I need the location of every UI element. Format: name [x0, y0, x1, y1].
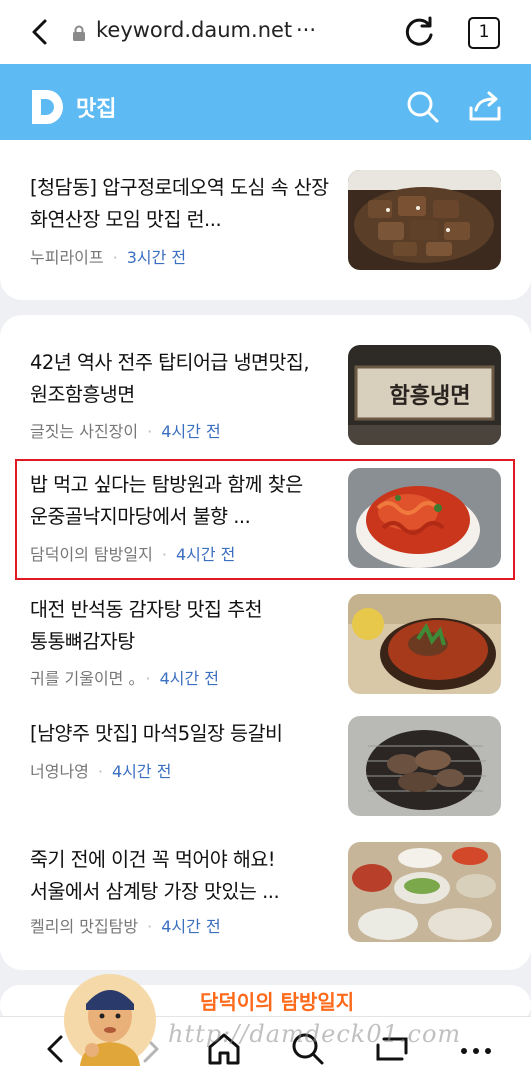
article-item[interactable]: 42년 역사 전주 탑티어급 냉면맛집, 원조함흥냉면 글짓는 사진장이 · 4시간…	[0, 345, 531, 445]
article-source: 누피라이프	[30, 248, 104, 267]
browser-back-button[interactable]	[22, 12, 62, 52]
nav-more-button[interactable]	[456, 1029, 496, 1069]
reload-button[interactable]	[400, 13, 438, 51]
page-title: 맛집	[76, 97, 117, 122]
reload-icon	[405, 16, 433, 46]
article-meta: 귀를 기울이면 。 · 4시간 전	[30, 669, 220, 688]
article-thumbnail[interactable]	[348, 170, 501, 270]
watermark-url: http://damdeck01.com	[168, 1020, 462, 1048]
article-source: 귀를 기울이면 。	[30, 669, 137, 688]
article-source: 켈리의 맛집탐방	[30, 917, 139, 936]
article-meta: 글짓는 사진장이 · 4시간 전	[30, 422, 221, 441]
article-item[interactable]: [남양주 맛집] 마석5일장 등갈비 너영나영 · 4시간 전	[0, 716, 531, 816]
sign-text: 함흥냉면	[390, 383, 471, 409]
article-time: 4시간 전	[159, 669, 220, 688]
lock-icon	[72, 25, 86, 41]
daum-logo[interactable]	[30, 88, 66, 126]
article-time: 3시간 전	[126, 248, 187, 267]
article-title[interactable]: [남양주 맛집] 마석5일장 등갈비	[30, 718, 350, 750]
article-title[interactable]: 대전 반석동 감자탕 맛집 추천 통통뼈감자탕	[30, 594, 330, 658]
article-title[interactable]: [청담동] 압구정로데오역 도심 속 산장 화연산장 모임 맛집 런...	[30, 172, 330, 236]
chevron-left-icon	[32, 19, 47, 45]
daum-header: 맛집	[0, 64, 531, 148]
article-thumbnail[interactable]: 함흥냉면	[348, 345, 501, 445]
article-time: 4시간 전	[111, 762, 172, 781]
address-bar-more: ···	[296, 18, 317, 42]
watermark-name: 담덕이의 탐방일지	[200, 990, 355, 1014]
article-source: 너영나영	[30, 762, 89, 781]
share-icon	[469, 91, 501, 121]
watermark-avatar	[62, 970, 158, 1068]
address-bar-url[interactable]: keyword.daum.net	[96, 18, 292, 42]
article-meta: 너영나영 · 4시간 전	[30, 762, 172, 781]
article-meta: 누피라이프 · 3시간 전	[30, 248, 187, 267]
article-source: 글짓는 사진장이	[30, 422, 139, 441]
article-time: 4시간 전	[161, 422, 221, 441]
article-item[interactable]: 대전 반석동 감자탕 맛집 추천 통통뼈감자탕 귀를 기울이면 。 · 4시간 전	[0, 594, 531, 694]
tab-count-button[interactable]: 1	[468, 17, 500, 49]
search-button[interactable]	[404, 88, 442, 126]
share-button[interactable]	[466, 88, 504, 126]
article-meta: 켈리의 맛집탐방 · 4시간 전	[30, 917, 221, 936]
article-item[interactable]: [청담동] 압구정로데오역 도심 속 산장 화연산장 모임 맛집 런... 누피…	[0, 168, 531, 278]
browser-toolbar: keyword.daum.net ··· 1	[0, 0, 531, 64]
article-item[interactable]: 죽기 전에 이건 꼭 먹어야 해요! 서울에서 삼계탕 가장 맛있는 ... 켈…	[0, 842, 531, 942]
highlight-box	[15, 459, 515, 580]
article-thumbnail[interactable]	[348, 594, 501, 694]
article-title[interactable]: 죽기 전에 이건 꼭 먹어야 해요! 서울에서 삼계탕 가장 맛있는 ...	[30, 844, 330, 908]
article-thumbnail[interactable]	[348, 716, 501, 816]
article-time: 4시간 전	[161, 917, 221, 936]
more-icon	[461, 1048, 491, 1054]
search-icon	[407, 91, 439, 123]
article-title[interactable]: 42년 역사 전주 탑티어급 냉면맛집, 원조함흥냉면	[30, 347, 330, 411]
article-thumbnail[interactable]	[348, 842, 501, 942]
